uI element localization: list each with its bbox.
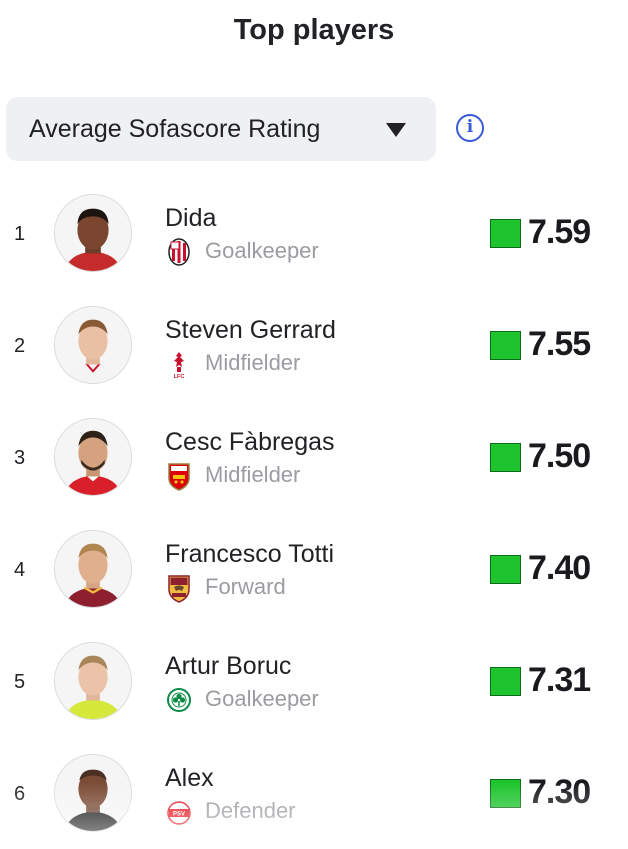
player-position: Defender (205, 798, 296, 823)
player-rating: 7.40 (528, 549, 591, 587)
player-position: Goalkeeper (205, 238, 319, 263)
player-rank: 2 (14, 335, 26, 357)
player-name: Cesc Fàbregas (165, 428, 335, 456)
player-rank: 5 (14, 671, 26, 693)
player-name: Artur Boruc (165, 652, 292, 680)
rating-badge-icon (490, 779, 521, 808)
svg-text:LFC: LFC (174, 374, 185, 379)
rating-badge-icon (490, 219, 521, 248)
ac-milan-crest-icon (167, 237, 191, 267)
player-position: Midfielder (205, 350, 301, 375)
player-rating: 7.30 (528, 773, 591, 811)
rating-type-dropdown[interactable]: Average Sofascore Rating (6, 97, 436, 161)
player-position: Goalkeeper (205, 686, 319, 711)
player-rank: 6 (14, 783, 26, 805)
player-rating: 7.59 (528, 213, 591, 251)
player-name: Steven Gerrard (165, 316, 336, 344)
player-avatar (54, 194, 132, 272)
player-row[interactable]: 5 Artur Boruc Goalkeeper 7.31 (0, 625, 628, 737)
player-position: Forward (205, 574, 286, 599)
player-name: Alex (165, 764, 214, 792)
rating-badge-icon (490, 555, 521, 584)
psv-crest-icon: PSV (167, 797, 191, 827)
player-row[interactable]: 3 Cesc Fàbregas Midfielder 7.50 (0, 401, 628, 513)
player-name: Francesco Totti (165, 540, 335, 568)
player-rank: 1 (14, 223, 26, 245)
player-rating: 7.55 (528, 325, 591, 363)
player-avatar (54, 642, 132, 720)
player-avatar (54, 530, 132, 608)
player-row[interactable]: 4 Francesco Totti Forward 7.40 (0, 513, 628, 625)
as-roma-crest-icon (167, 573, 191, 603)
player-row[interactable]: 6 Alex PSV Defender 7.30 (0, 737, 628, 849)
player-position: Midfielder (205, 462, 301, 487)
info-icon[interactable]: i (456, 114, 484, 142)
svg-text:PSV: PSV (173, 812, 185, 818)
dropdown-value: Average Sofascore Rating (29, 114, 321, 143)
section-title: Top players (233, 14, 395, 46)
arsenal-crest-icon (167, 461, 191, 491)
liverpool-crest-icon: LFC (167, 349, 191, 379)
player-rating: 7.31 (528, 661, 591, 699)
players-list: 1 Dida Goalkeeper 7.59 2 Steven Gerrard … (0, 177, 628, 849)
player-name: Dida (165, 204, 217, 232)
celtic-crest-icon (167, 685, 191, 715)
player-row[interactable]: 2 Steven Gerrard LFC Midfielder 7.55 (0, 289, 628, 401)
rating-badge-icon (490, 331, 521, 360)
player-avatar (54, 418, 132, 496)
rating-badge-icon (490, 667, 521, 696)
player-avatar (54, 306, 132, 384)
player-rating: 7.50 (528, 437, 591, 475)
rating-badge-icon (490, 443, 521, 472)
caret-down-icon (386, 123, 406, 137)
player-row[interactable]: 1 Dida Goalkeeper 7.59 (0, 177, 628, 289)
player-rank: 4 (14, 559, 26, 581)
player-avatar (54, 754, 132, 832)
player-rank: 3 (14, 447, 26, 469)
